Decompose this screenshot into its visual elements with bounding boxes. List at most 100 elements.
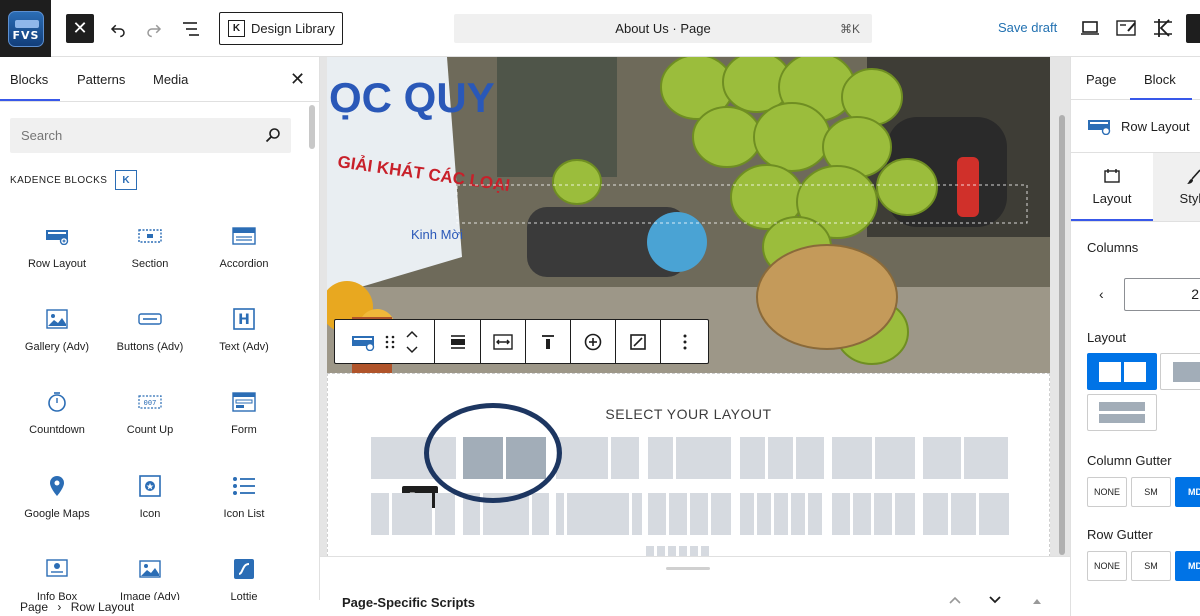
block-icon-list[interactable]: Icon List	[197, 464, 291, 544]
block-countdown[interactable]: Countdown	[10, 380, 104, 460]
kadence-icon: K	[228, 20, 245, 37]
columns-input[interactable]: 2	[1124, 278, 1200, 311]
layout-option-2col-right[interactable]	[556, 437, 639, 479]
close-inserter-button[interactable]: ✕	[290, 69, 305, 90]
close-icon: ✕	[290, 69, 306, 89]
layout-option-3col-left-heavy[interactable]	[740, 437, 824, 479]
block-buttons[interactable]: Buttons (Adv)	[103, 297, 197, 377]
kadence-settings-button[interactable]	[1150, 15, 1176, 41]
resize-handle[interactable]	[666, 567, 710, 570]
layout-option-4col[interactable]	[648, 493, 731, 535]
close-editor-button[interactable]: ✕	[66, 14, 94, 43]
collapse-icon[interactable]	[1032, 597, 1042, 605]
column-gutter-md[interactable]: MD	[1175, 477, 1200, 507]
drag-handle-icon[interactable]	[385, 335, 395, 349]
tab-block[interactable]: Block	[1130, 72, 1192, 100]
preview-button[interactable]	[1077, 15, 1103, 41]
plus-circle-icon	[584, 333, 602, 350]
breadcrumb-row-layout[interactable]: Row Layout	[71, 600, 134, 614]
block-options-button[interactable]	[661, 320, 708, 363]
layout-option-2col-left[interactable]	[648, 437, 731, 479]
align-button[interactable]	[435, 320, 481, 363]
layout-stacked-button[interactable]	[1087, 394, 1157, 431]
tab-media[interactable]: Media	[153, 72, 188, 87]
breadcrumb-page[interactable]: Page	[20, 600, 48, 614]
vertical-align-button[interactable]	[526, 320, 571, 363]
width-button[interactable]	[481, 320, 526, 363]
add-block-button[interactable]	[571, 320, 616, 363]
select-layout-heading: SELECT YOUR LAYOUT	[605, 406, 772, 422]
document-overview-button[interactable]	[177, 14, 205, 43]
layout-option-3col-b[interactable]	[923, 493, 1009, 535]
inserter-scrollbar[interactable]	[309, 105, 315, 149]
block-row-layout[interactable]: Row Layout	[10, 214, 104, 294]
row-gutter-options: NONE SM MD	[1087, 551, 1200, 581]
tab-patterns[interactable]: Patterns	[77, 72, 125, 87]
layout-option-4col-b[interactable]	[832, 493, 915, 535]
editor-canvas: ỌC QUY GIẢI KHÁT CÁC LOẠI Kinh Mời SELEC…	[320, 57, 1070, 616]
block-google-maps[interactable]: Google Maps	[10, 464, 104, 544]
layout-option-2col-wide[interactable]	[832, 437, 915, 479]
align-top-icon	[542, 334, 554, 349]
document-title: About Us · Page	[615, 21, 711, 36]
info-box-icon	[46, 559, 68, 577]
list-view-icon	[183, 21, 199, 36]
block-accordion[interactable]: Accordion	[197, 214, 291, 294]
redo-button[interactable]	[140, 14, 168, 43]
block-text[interactable]: H Text (Adv)	[197, 297, 291, 377]
command-palette-bar[interactable]: About Us · Page ⌘K	[454, 14, 872, 43]
settings-sidebar: Page Block Row Layout Layout Style Colum…	[1070, 57, 1200, 616]
block-label: Icon List	[223, 508, 265, 520]
layout-option-2col-split[interactable]	[923, 437, 1008, 479]
copy-style-button[interactable]	[616, 320, 661, 363]
canvas-scrollbar[interactable]	[1059, 115, 1065, 555]
tab-style[interactable]: Style	[1153, 153, 1200, 221]
tab-layout-label: Layout	[1092, 191, 1132, 206]
design-library-button[interactable]: K Design Library	[219, 12, 343, 45]
layout-option-3col[interactable]	[371, 493, 455, 535]
command-shortcut: ⌘K	[839, 21, 860, 36]
inserter-tabs: Blocks Patterns Media ✕	[0, 57, 319, 102]
tab-page[interactable]: Page	[1086, 72, 1116, 87]
undo-button[interactable]	[104, 14, 132, 43]
tab-blocks[interactable]: Blocks	[0, 72, 61, 101]
chevron-up-icon[interactable]	[948, 595, 962, 605]
block-section[interactable]: Section	[103, 214, 197, 294]
column-gutter-none[interactable]: NONE	[1087, 477, 1127, 507]
block-form[interactable]: Form	[197, 380, 291, 460]
chevron-down-icon[interactable]	[988, 595, 1002, 605]
divider	[1071, 221, 1200, 222]
save-draft-button[interactable]: Save draft	[998, 20, 1057, 35]
tab-layout[interactable]: Layout	[1071, 153, 1153, 221]
lottie-icon	[234, 559, 254, 579]
chevron-left-icon[interactable]: ‹	[1099, 286, 1104, 302]
page-scripts-title[interactable]: Page-Specific Scripts	[342, 595, 475, 610]
block-label: Google Maps	[24, 508, 90, 520]
layout-option-3col-center[interactable]	[556, 493, 642, 535]
block-label: Buttons (Adv)	[116, 341, 184, 353]
edit-post-button[interactable]	[1114, 15, 1140, 41]
column-gutter-label: Column Gutter	[1087, 453, 1172, 468]
block-count-up[interactable]: 007 Count Up	[103, 380, 197, 460]
row-layout-icon[interactable]	[351, 333, 375, 351]
row-gutter-sm[interactable]: SM	[1131, 551, 1171, 581]
block-search-input[interactable]	[10, 118, 291, 153]
row-gutter-md[interactable]: MD	[1175, 551, 1200, 581]
align-full-icon	[450, 334, 465, 349]
column-gutter-sm[interactable]: SM	[1131, 477, 1171, 507]
row-gutter-none[interactable]: NONE	[1087, 551, 1127, 581]
block-icon[interactable]: Icon	[103, 464, 197, 544]
block-card: Row Layout	[1087, 117, 1190, 135]
layout-2col-button[interactable]	[1087, 353, 1157, 390]
layout-option-5col[interactable]	[740, 493, 822, 535]
block-label: Count Up	[126, 424, 174, 436]
row-gutter-label: Row Gutter	[1087, 527, 1153, 542]
layout-option-6col[interactable]	[646, 546, 709, 556]
settings-sidebar-toggle[interactable]	[1186, 14, 1200, 43]
move-up-down-icon[interactable]	[405, 328, 419, 356]
layout-wide-button[interactable]	[1160, 353, 1200, 390]
site-logo[interactable]: FVS	[0, 0, 51, 57]
settings-tabs: Page Block	[1071, 57, 1200, 100]
site-logo-icon: FVS	[7, 10, 44, 47]
block-gallery[interactable]: Gallery (Adv)	[10, 297, 104, 377]
